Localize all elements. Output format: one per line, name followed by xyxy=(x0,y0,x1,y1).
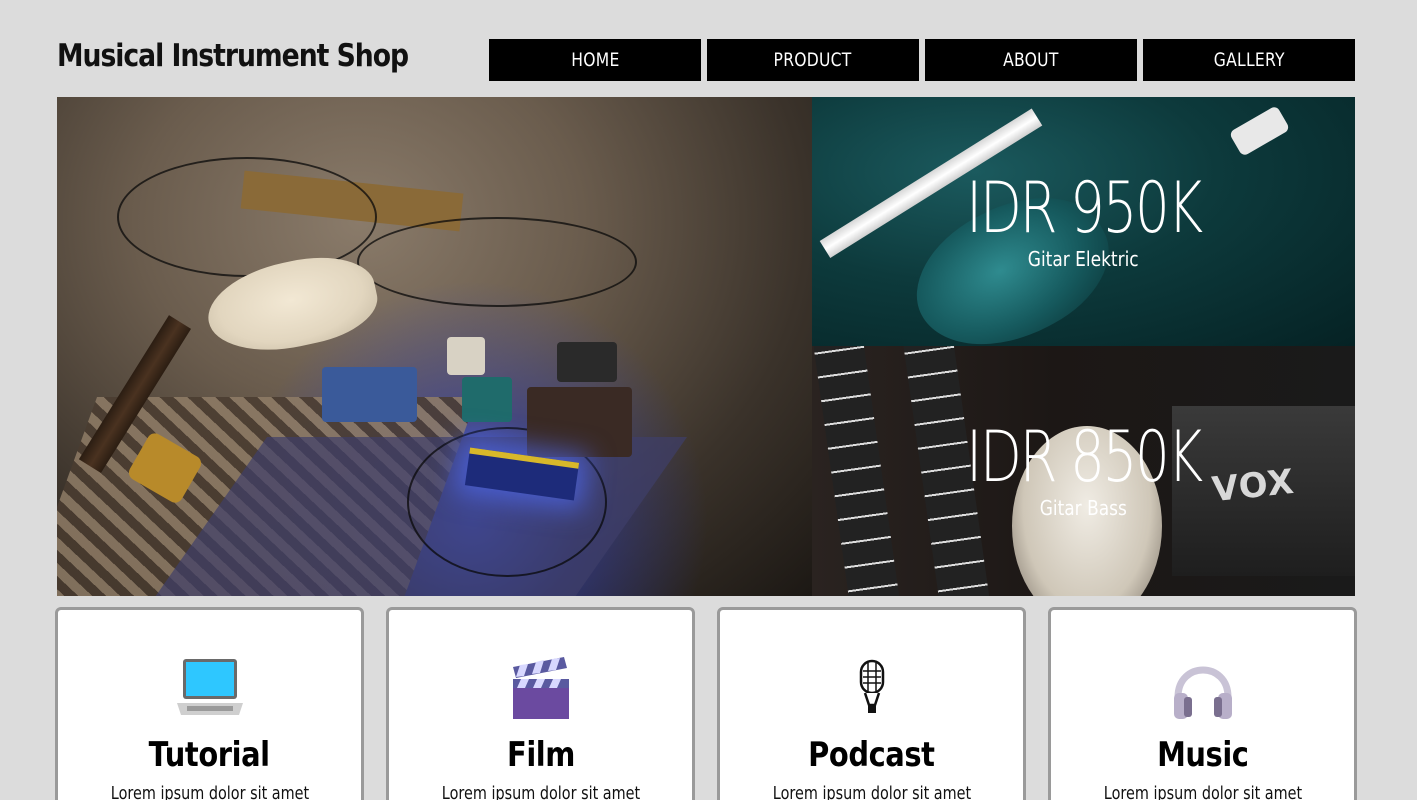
feature-title: Film xyxy=(506,735,575,775)
nav-home[interactable]: HOME xyxy=(489,39,701,81)
product-label: Gitar Bass xyxy=(1039,496,1128,520)
feature-card-music[interactable]: Music Lorem ipsum dolor sit amet xyxy=(1048,607,1357,800)
nav-about-label: ABOUT xyxy=(1003,49,1059,71)
nav-product[interactable]: PRODUCT xyxy=(707,39,919,81)
bass-neck-shape xyxy=(812,346,903,596)
nav-gallery-label: GALLERY xyxy=(1213,49,1285,71)
hero-main-image xyxy=(57,97,812,596)
microphone-icon xyxy=(837,653,907,723)
feature-text: Lorem ipsum dolor sit amet xyxy=(441,783,640,800)
pedal-shape xyxy=(322,367,417,422)
headphones-icon xyxy=(1168,653,1238,723)
nav-gallery[interactable]: GALLERY xyxy=(1143,39,1355,81)
product-card-electric[interactable]: IDR 950K Gitar Elektric xyxy=(812,97,1355,346)
product-card-bass[interactable]: VOX IDR 850K Gitar Bass xyxy=(812,346,1355,596)
hero: IDR 950K Gitar Elektric VOX IDR 850K Git… xyxy=(57,97,1355,596)
feature-card-podcast[interactable]: Podcast Lorem ipsum dolor sit amet xyxy=(717,607,1026,800)
product-label: Gitar Elektric xyxy=(1028,246,1139,271)
main-nav: HOME PRODUCT ABOUT GALLERY xyxy=(489,39,1355,81)
feature-title: Podcast xyxy=(808,735,935,775)
pedal-shape xyxy=(527,387,632,457)
clapperboard-icon xyxy=(506,653,576,723)
feature-text: Lorem ipsum dolor sit amet xyxy=(1103,783,1302,800)
pedal-shape xyxy=(447,337,485,375)
pedal-shape xyxy=(557,342,617,382)
electric-guitar-head-shape xyxy=(1228,105,1291,157)
feature-title: Tutorial xyxy=(149,735,270,775)
feature-cards: Tutorial Lorem ipsum dolor sit amet Film… xyxy=(55,607,1357,800)
site-title[interactable]: Musical Instrument Shop xyxy=(57,38,409,74)
product-price: IDR 850K xyxy=(966,416,1203,498)
product-price: IDR 950K xyxy=(966,166,1203,249)
feature-card-tutorial[interactable]: Tutorial Lorem ipsum dolor sit amet xyxy=(55,607,364,800)
feature-title: Music xyxy=(1156,735,1249,775)
page: Musical Instrument Shop HOME PRODUCT ABO… xyxy=(0,0,1417,800)
nav-product-label: PRODUCT xyxy=(773,49,853,71)
feature-text: Lorem ipsum dolor sit amet xyxy=(772,783,971,800)
laptop-icon xyxy=(175,653,245,723)
pedal-shape xyxy=(462,377,512,422)
feature-card-film[interactable]: Film Lorem ipsum dolor sit amet xyxy=(386,607,695,800)
nav-home-label: HOME xyxy=(570,49,620,71)
nav-about[interactable]: ABOUT xyxy=(925,39,1137,81)
feature-text: Lorem ipsum dolor sit amet xyxy=(110,783,309,800)
cable-shape xyxy=(357,217,637,307)
